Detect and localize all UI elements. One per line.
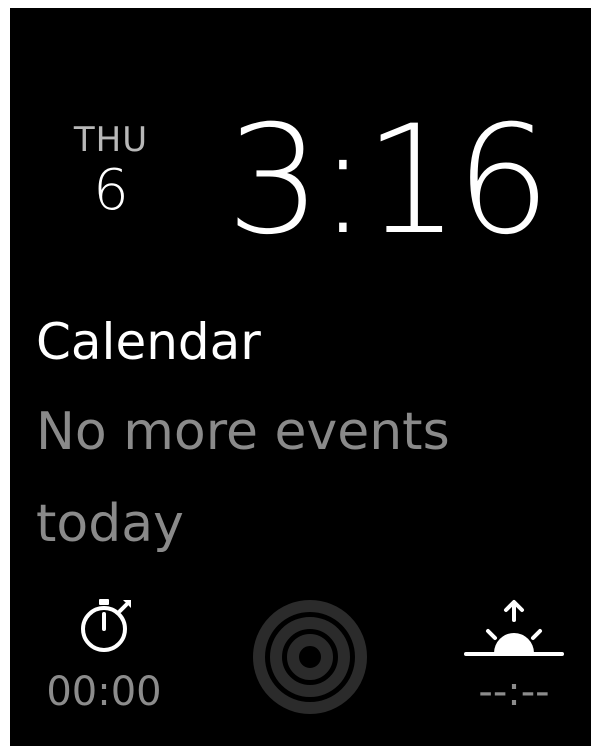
stopwatch-complication[interactable]: 00:00 (34, 596, 174, 726)
sunrise-value: --:-- (478, 669, 550, 715)
sunrise-icon (464, 600, 564, 656)
stopwatch-icon (81, 599, 131, 652)
stopwatch-value: 00:00 (46, 669, 162, 715)
calendar-title[interactable]: Calendar (36, 312, 261, 372)
activity-rings-icon (253, 600, 367, 714)
date-complication[interactable]: THU 6 (66, 120, 156, 222)
sunrise-complication[interactable]: --:-- (450, 596, 578, 726)
day-number: 6 (93, 158, 129, 223)
watch-face: THU 6 3:16 Calendar No more events today… (10, 8, 591, 746)
activity-complication[interactable] (250, 598, 370, 728)
weekday-label: THU (73, 120, 149, 160)
time-display: 3:16 (226, 94, 551, 268)
calendar-message: No more events today (36, 402, 450, 554)
